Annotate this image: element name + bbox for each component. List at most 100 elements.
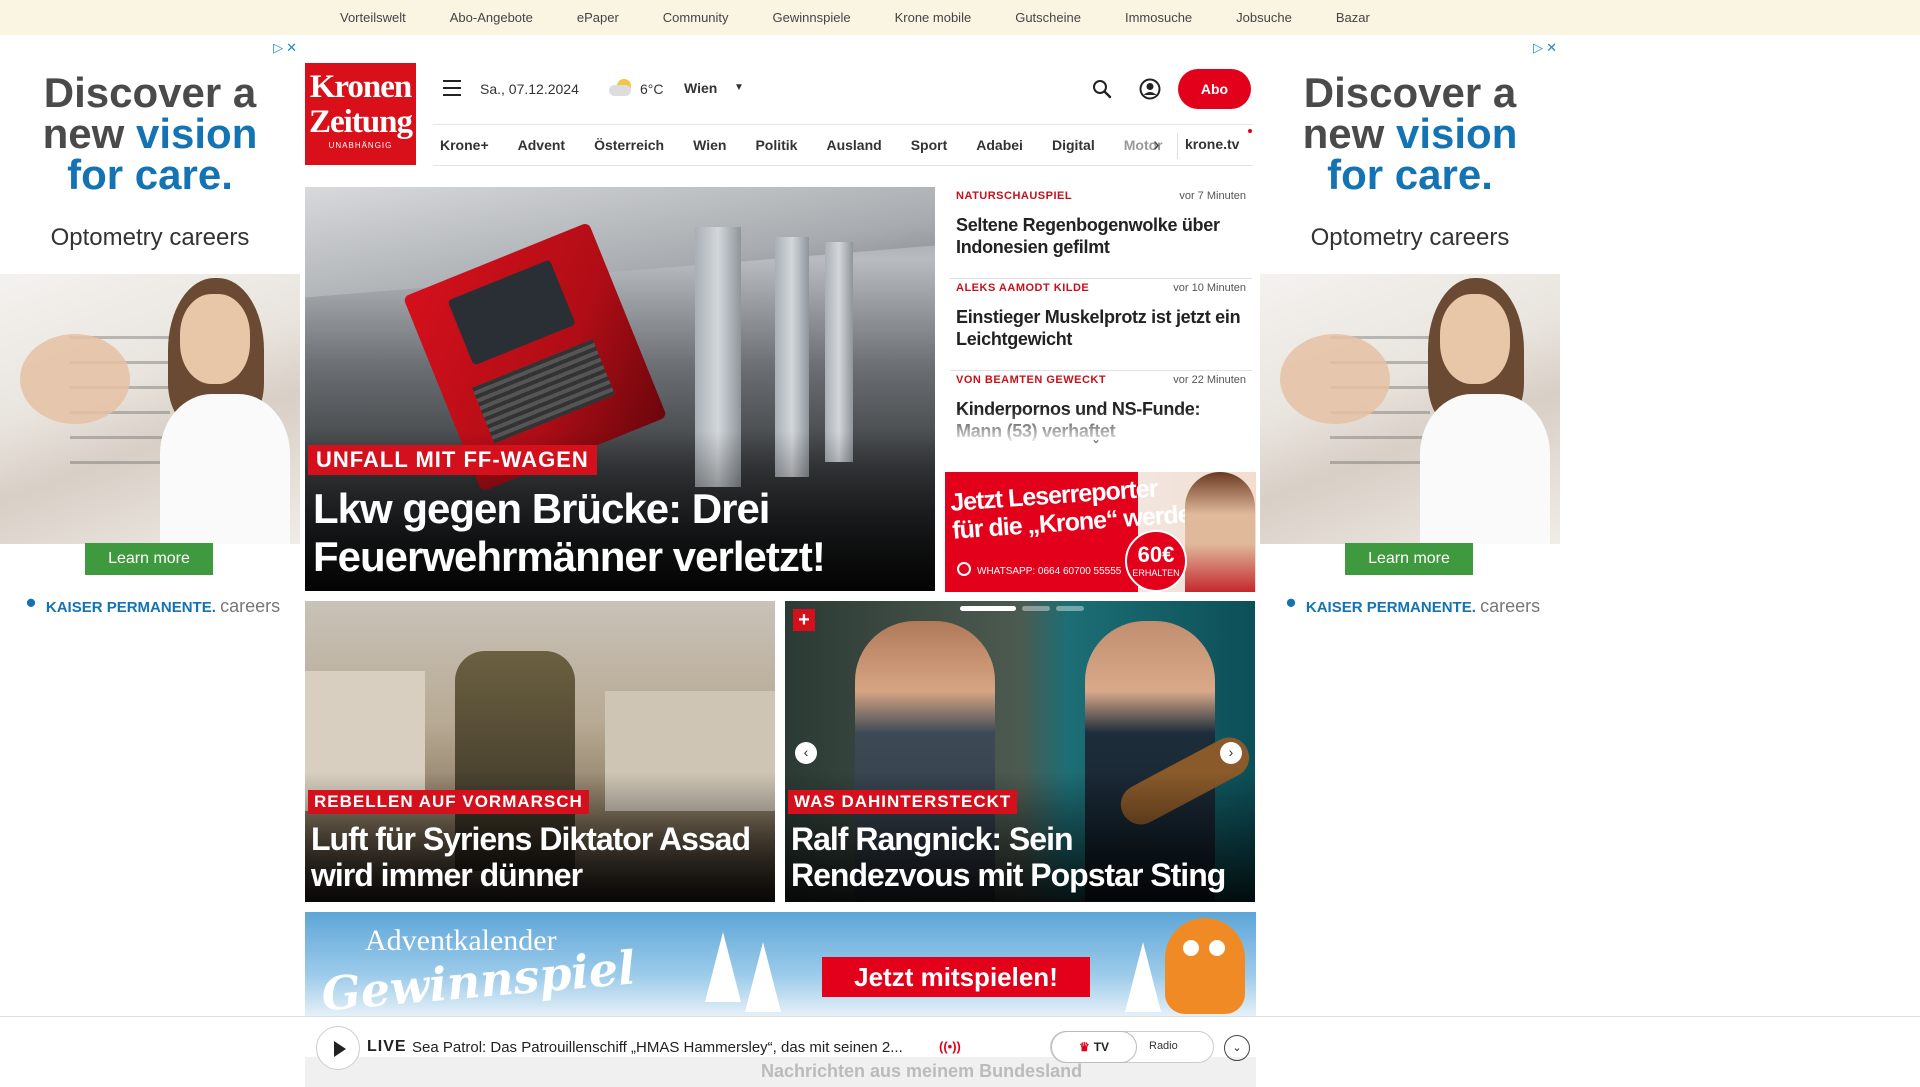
- leserreporter-promo[interactable]: Jetzt Leserreporter für die „Krone“ werd…: [945, 472, 1256, 592]
- nav-item-oesterreich[interactable]: Österreich: [594, 137, 664, 153]
- news-headline: Seltene Regenbogenwolke über Indonesien …: [956, 215, 1220, 257]
- main-navigation: Krone+ Advent Österreich Wien Politik Au…: [433, 124, 1253, 166]
- ad-learn-more-button[interactable]: Learn more: [85, 543, 213, 575]
- promo-badge: 60€ ERHALTEN: [1125, 530, 1187, 592]
- user-account-icon[interactable]: [1139, 78, 1161, 100]
- utility-link-bazar[interactable]: Bazar: [1336, 10, 1370, 25]
- utility-link-gutscheine[interactable]: Gutscheine: [1015, 10, 1081, 25]
- live-player-bar: Nachrichten aus meinem Bundesland LIVE S…: [0, 1016, 1920, 1087]
- utility-link-immosuche[interactable]: Immosuche: [1125, 10, 1192, 25]
- nav-divider: [1177, 133, 1178, 159]
- media-switch: ♛ TV Radio: [1050, 1031, 1214, 1063]
- logo-line1: Kronen: [309, 69, 413, 105]
- ad-headline-line1: Discover a: [1303, 69, 1517, 116]
- city-selector[interactable]: Wien: [684, 80, 717, 96]
- logo-line2: Zeitung: [308, 104, 413, 140]
- ad-learn-more-button[interactable]: Learn more: [1345, 543, 1473, 575]
- tv-tab-label: TV: [1093, 1040, 1110, 1054]
- news-time: vor 22 Minuten: [1173, 374, 1246, 386]
- ad-brand-name: KAISER PERMANENTE.: [1305, 599, 1476, 616]
- ad-choices-close-icon[interactable]: ▷✕: [1533, 40, 1560, 56]
- nav-item-wien[interactable]: Wien: [693, 137, 726, 153]
- utility-links: Vorteilswelt Abo-Angebote ePaper Communi…: [340, 0, 1414, 35]
- kaiser-permanente-logo-icon: [1279, 598, 1302, 614]
- nav-item-krone-plus[interactable]: Krone+: [440, 137, 489, 153]
- logo-tagline: UNABHÄNGIG: [328, 141, 393, 150]
- broadcast-icon: ((•)): [939, 1039, 961, 1054]
- ad-headline: Discover a new vision for care.: [0, 69, 300, 196]
- promo-whatsapp-number: WHATSAPP: 0664 60700 55555: [977, 566, 1122, 577]
- ad-headline-line1: Discover a: [43, 69, 257, 116]
- right-side-ad[interactable]: ▷✕ Discover a new vision for care. Optom…: [1260, 38, 1560, 628]
- tv-tab[interactable]: ♛ TV: [1051, 1031, 1137, 1063]
- ad-headline-line2: new vision: [0, 110, 300, 157]
- utility-link-krone-mobile[interactable]: Krone mobile: [895, 10, 972, 25]
- utility-link-community[interactable]: Community: [663, 10, 729, 25]
- ad-subtitle: Optometry careers: [50, 224, 250, 251]
- live-program-title[interactable]: Sea Patrol: Das Patrouillenschiff „HMAS …: [412, 1039, 903, 1056]
- carousel-prev-button[interactable]: ‹: [795, 742, 817, 764]
- ad-headline-line2-prefix: new: [42, 110, 136, 157]
- nav-item-advent[interactable]: Advent: [518, 137, 565, 153]
- current-date: Sa., 07.12.2024: [480, 81, 579, 97]
- ad-brand-suffix: careers: [1480, 596, 1541, 616]
- nav-item-sport[interactable]: Sport: [911, 137, 948, 153]
- teaser-rangnick[interactable]: + ‹ › WAS DAHINTERSTECKT Ralf Rangnick: …: [785, 601, 1255, 902]
- teaser-syria[interactable]: REBELLEN AUF VORMARSCH Luft für Syriens …: [305, 601, 775, 902]
- kronen-zeitung-logo[interactable]: Kronen Zeitung UNABHÄNGIG: [305, 63, 416, 165]
- nav-scroll-right-icon[interactable]: ›: [1153, 134, 1160, 157]
- utility-link-epaper[interactable]: ePaper: [577, 10, 619, 25]
- ad-headline: Discover a new vision for care.: [1260, 69, 1560, 198]
- utility-link-gewinnspiele[interactable]: Gewinnspiele: [773, 10, 851, 25]
- ad-choices-close-icon[interactable]: ▷✕: [273, 40, 300, 56]
- nav-list: Krone+ Advent Österreich Wien Politik Au…: [433, 125, 1253, 165]
- nav-item-politik[interactable]: Politik: [755, 137, 797, 153]
- play-button[interactable]: [316, 1026, 360, 1070]
- radio-tab[interactable]: Radio: [1149, 1040, 1178, 1052]
- ad-photo: [1260, 274, 1560, 544]
- nav-item-digital[interactable]: Digital: [1052, 137, 1095, 153]
- nav-item-adabei[interactable]: Adabei: [976, 137, 1023, 153]
- ad-headline-line2-highlight: vision: [135, 110, 258, 157]
- news-time: vor 7 Minuten: [1179, 190, 1246, 202]
- list-item[interactable]: ALEKS AAMODT KILDE vor 10 Minuten Einsti…: [950, 279, 1252, 371]
- utility-link-jobsuche[interactable]: Jobsuche: [1236, 10, 1292, 25]
- menu-icon[interactable]: [443, 80, 461, 96]
- utility-link-vorteilswelt[interactable]: Vorteilswelt: [340, 10, 406, 25]
- ad-brand: KAISER PERMANENTE. careers: [1260, 596, 1560, 617]
- ad-headline-line2-prefix: new: [1302, 110, 1396, 157]
- hero-headline: Lkw gegen Brücke: Drei Feuerwehrmänner v…: [313, 485, 826, 580]
- chevron-down-icon[interactable]: ⌄: [1091, 432, 1101, 446]
- hero-article[interactable]: UNFALL MIT FF-WAGEN Lkw gegen Brücke: Dr…: [305, 187, 935, 591]
- teaser-headline: Ralf Rangnick: Sein Rendezvous mit Popst…: [791, 821, 1226, 893]
- ad-brand-suffix: careers: [220, 596, 281, 616]
- carousel-indicator: [960, 606, 1090, 611]
- left-side-ad[interactable]: ▷✕ Discover a new vision for care. Optom…: [0, 38, 300, 628]
- abo-button[interactable]: Abo: [1178, 69, 1251, 109]
- promo-photo: [1185, 472, 1255, 592]
- live-indicator-dot: [1248, 129, 1252, 133]
- chevron-down-icon[interactable]: ⌄: [1224, 1035, 1250, 1061]
- utility-link-abo-angebote[interactable]: Abo-Angebote: [450, 10, 533, 25]
- behind-player-text: Nachrichten aus meinem Bundesland: [761, 1061, 1083, 1081]
- teaser-kicker: REBELLEN AUF VORMARSCH: [308, 790, 589, 814]
- news-headline: Einstieger Muskelprotz ist jetzt ein Lei…: [956, 307, 1241, 349]
- nav-item-krone-tv[interactable]: krone.tv: [1185, 136, 1239, 152]
- chevron-down-icon[interactable]: ▼: [734, 82, 744, 93]
- promo-badge-label: ERHALTEN: [1132, 568, 1180, 578]
- advent-cta-button[interactable]: Jetzt mitspielen!: [822, 957, 1090, 997]
- nav-item-ausland[interactable]: Ausland: [826, 137, 881, 153]
- teaser-kicker: WAS DAHINTERSTECKT: [788, 790, 1018, 814]
- live-label: LIVE: [367, 1038, 407, 1055]
- carousel-next-button[interactable]: ›: [1220, 742, 1242, 764]
- advent-calendar-banner[interactable]: Adventkalender Gewinnspiel Jetzt mitspie…: [305, 912, 1256, 1017]
- news-time: vor 10 Minuten: [1173, 282, 1246, 294]
- kaiser-permanente-logo-icon: [19, 598, 42, 614]
- list-item[interactable]: NATURSCHAUSPIEL vor 7 Minuten Seltene Re…: [950, 187, 1252, 279]
- ad-headline-line3: for care.: [1327, 151, 1493, 198]
- top-utility-bar: Vorteilswelt Abo-Angebote ePaper Communi…: [0, 0, 1920, 35]
- crown-icon: ♛: [1078, 1040, 1090, 1054]
- temperature: 6°C: [640, 81, 664, 97]
- ad-headline-line2: new vision: [1260, 110, 1560, 157]
- search-icon[interactable]: [1092, 79, 1112, 99]
